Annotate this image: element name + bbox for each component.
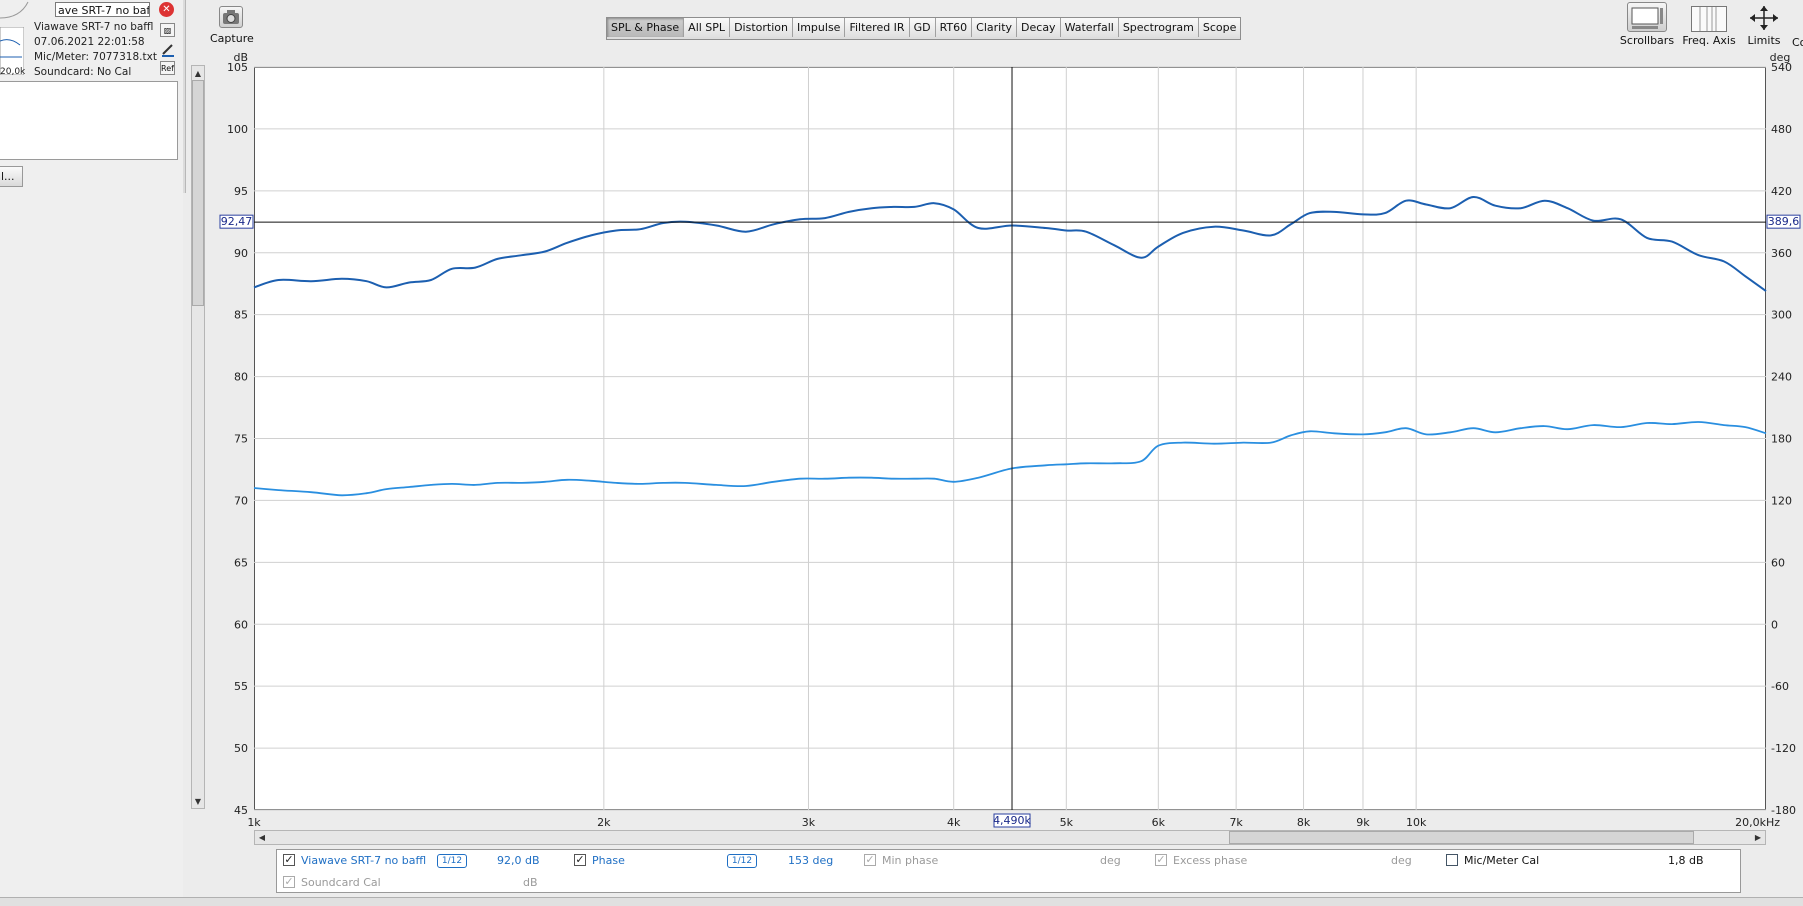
trace-checkbox-phase[interactable]: ✓ [574, 854, 586, 866]
cursor-y2-label: 389,6 [1768, 215, 1800, 228]
x-tick-label: 9k [1356, 816, 1370, 829]
trace-legend: ✓ Viawave SRT-7 no baffl 1/12 92,0 dB ✓ … [276, 849, 1741, 893]
trace-label-soundcard-cal[interactable]: Soundcard Cal [301, 876, 381, 889]
cursor-x-label: 4,490k [993, 814, 1031, 827]
y-tick-label: 55 [234, 680, 248, 693]
y2-tick-label: 360 [1771, 247, 1792, 260]
y2-axis-unit-label: deg [1770, 51, 1791, 64]
x-tick-label: 3k [802, 816, 816, 829]
chart-cursor: 92,47 389,6 4,490k [219, 67, 1801, 828]
y-tick-label: 50 [234, 742, 248, 755]
scroll-right-icon[interactable]: ▶ [1752, 831, 1764, 844]
trace-value-phase: 153 deg [788, 854, 834, 867]
y-tick-label: 90 [234, 247, 248, 260]
y2-tick-label: -120 [1771, 742, 1796, 755]
y-tick-label: 95 [234, 185, 248, 198]
x-tick-label: 1k [247, 816, 261, 829]
trace-checkbox-mic-cal[interactable] [1446, 854, 1458, 866]
y2-tick-label: 240 [1771, 371, 1792, 384]
y-tick-label: 75 [234, 433, 248, 446]
y-tick-label: 65 [234, 556, 248, 569]
horizontal-scrollbar-thumb[interactable] [1229, 831, 1694, 844]
y2-tick-label: -60 [1771, 680, 1789, 693]
phase-trace [253, 421, 1767, 497]
y2-tick-label: 420 [1771, 185, 1792, 198]
y-tick-label: 45 [234, 804, 248, 817]
chart-series [253, 196, 1767, 497]
y2-tick-label: 0 [1771, 618, 1778, 631]
y-tick-label: 85 [234, 309, 248, 322]
trace-unit-soundcard-cal: dB [523, 876, 538, 889]
x-tick-label: 6k [1152, 816, 1166, 829]
y2-tick-label: 60 [1771, 556, 1785, 569]
y-tick-label: 80 [234, 371, 248, 384]
x-tick-label: 8k [1297, 816, 1311, 829]
trace-label-phase[interactable]: Phase [592, 854, 625, 867]
cursor-y-label: 92,47 [221, 215, 253, 228]
y2-tick-label: 120 [1771, 494, 1792, 507]
trace-unit-min-phase: deg [1100, 854, 1121, 867]
trace-checkbox-spl[interactable]: ✓ [283, 854, 295, 866]
y2-tick-label: 300 [1771, 309, 1792, 322]
x-tick-label: 7k [1229, 816, 1243, 829]
chart-grid [254, 66, 1766, 811]
x-tick-label: 4k [947, 816, 961, 829]
trace-value-mic-cal: 1,8 dB [1668, 854, 1704, 867]
trace-checkbox-excess-phase[interactable]: ✓ [1155, 854, 1167, 866]
y-tick-label: 70 [234, 494, 248, 507]
y2-tick-label: 180 [1771, 433, 1792, 446]
trace-label-excess-phase[interactable]: Excess phase [1173, 854, 1247, 867]
trace-checkbox-min-phase[interactable]: ✓ [864, 854, 876, 866]
spl-phase-chart: 1051009590858075706560555045540480420360… [219, 51, 1801, 829]
y2-tick-label: 480 [1771, 123, 1792, 136]
x-tick-label: 20,0kHz [1735, 816, 1780, 829]
trace-checkbox-soundcard-cal[interactable]: ✓ [283, 876, 295, 888]
smoothing-spl[interactable]: 1/12 [437, 854, 467, 868]
y-tick-label: 60 [234, 618, 248, 631]
trace-label-min-phase[interactable]: Min phase [882, 854, 938, 867]
trace-value-spl: 92,0 dB [497, 854, 540, 867]
y-axis-unit-label: dB [233, 51, 248, 64]
trace-label-mic-cal[interactable]: Mic/Meter Cal [1464, 854, 1539, 867]
x-tick-label: 5k [1060, 816, 1074, 829]
x-tick-label: 2k [597, 816, 611, 829]
smoothing-phase[interactable]: 1/12 [727, 854, 757, 868]
chart-axes: 1051009590858075706560555045540480420360… [227, 51, 1796, 829]
y-tick-label: 100 [227, 123, 248, 136]
trace-label-spl[interactable]: Viawave SRT-7 no baffl [301, 854, 426, 867]
spl-trace [253, 196, 1767, 292]
x-tick-label: 10k [1406, 816, 1427, 829]
trace-unit-excess-phase: deg [1391, 854, 1412, 867]
scroll-left-icon[interactable]: ◀ [256, 831, 268, 844]
